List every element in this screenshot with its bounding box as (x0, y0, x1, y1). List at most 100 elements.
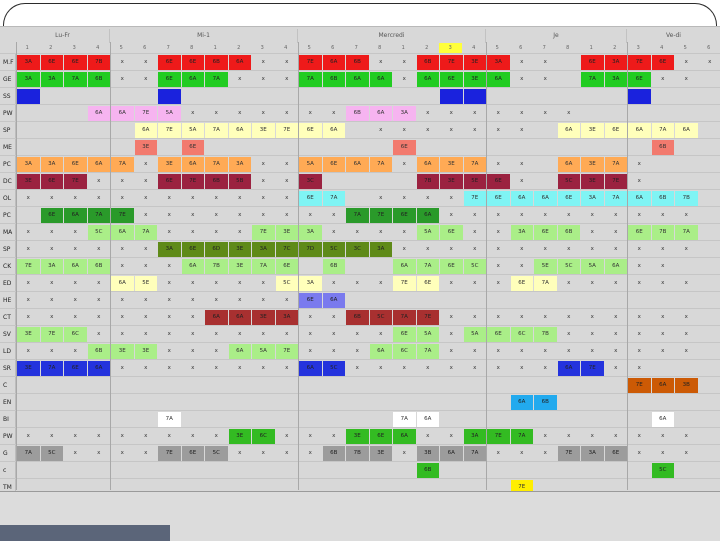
schedule-block[interactable]: 6A (370, 106, 393, 121)
schedule-block[interactable]: 6A (511, 191, 534, 206)
schedule-block[interactable]: 7E (41, 327, 64, 342)
empty-slot-mark[interactable]: x (64, 310, 87, 325)
schedule-block[interactable]: 3A (41, 259, 64, 274)
empty-slot-mark[interactable]: x (64, 344, 87, 359)
schedule-block[interactable]: 7E (393, 276, 416, 291)
empty-slot-mark[interactable]: x (41, 429, 64, 444)
empty-slot-mark[interactable]: x (88, 174, 111, 189)
empty-slot-mark[interactable]: x (88, 276, 111, 291)
empty-slot-mark[interactable]: x (182, 225, 205, 240)
empty-slot-mark[interactable]: x (628, 276, 651, 291)
row-label[interactable]: SP (0, 122, 16, 139)
empty-slot-mark[interactable]: x (628, 310, 651, 325)
schedule-block[interactable]: 6A (182, 157, 205, 172)
empty-slot-mark[interactable]: x (252, 327, 275, 342)
schedule-block[interactable]: 6E (652, 55, 675, 70)
empty-slot-mark[interactable]: x (135, 191, 158, 206)
empty-slot-mark[interactable]: x (229, 106, 252, 121)
empty-slot-mark[interactable]: x (487, 157, 510, 172)
row-label[interactable]: DC (0, 173, 16, 190)
empty-slot-mark[interactable]: x (64, 293, 87, 308)
schedule-block[interactable]: 6E (534, 225, 557, 240)
empty-slot-mark[interactable]: x (346, 361, 369, 376)
schedule-block[interactable]: 6A (323, 123, 346, 138)
empty-slot-mark[interactable]: x (252, 361, 275, 376)
empty-slot-mark[interactable]: x (417, 106, 440, 121)
empty-slot-mark[interactable]: x (440, 361, 463, 376)
empty-slot-mark[interactable]: x (135, 327, 158, 342)
schedule-block[interactable]: 6E (487, 327, 510, 342)
row-label[interactable]: SS (0, 88, 16, 105)
schedule-block[interactable]: 7E (135, 106, 158, 121)
schedule-block[interactable]: 6A (111, 225, 134, 240)
schedule-block[interactable]: 7A (581, 72, 604, 87)
empty-slot-mark[interactable]: x (158, 344, 181, 359)
row-label[interactable]: ED (0, 275, 16, 292)
empty-slot-mark[interactable]: x (393, 225, 416, 240)
empty-slot-mark[interactable]: x (370, 327, 393, 342)
schedule-block[interactable]: 5A (158, 106, 181, 121)
empty-slot-mark[interactable]: x (370, 225, 393, 240)
schedule-block[interactable]: 6A (417, 72, 440, 87)
empty-slot-mark[interactable]: x (252, 174, 275, 189)
schedule-block[interactable]: 6E (487, 191, 510, 206)
empty-slot-mark[interactable]: x (581, 242, 604, 257)
schedule-block[interactable]: 6B (205, 174, 228, 189)
schedule-block[interactable]: 6B (323, 446, 346, 461)
empty-slot-mark[interactable]: x (276, 72, 299, 87)
schedule-block[interactable]: 6A (205, 310, 228, 325)
empty-slot-mark[interactable]: x (393, 446, 416, 461)
empty-slot-mark[interactable]: x (370, 123, 393, 138)
schedule-block[interactable]: 6E (182, 140, 205, 155)
empty-slot-mark[interactable]: x (511, 157, 534, 172)
empty-slot-mark[interactable]: x (182, 429, 205, 444)
empty-slot-mark[interactable]: x (581, 310, 604, 325)
empty-slot-mark[interactable]: x (229, 293, 252, 308)
empty-slot-mark[interactable]: x (511, 72, 534, 87)
schedule-block[interactable]: 7E (182, 174, 205, 189)
schedule-block[interactable]: 6E (64, 361, 87, 376)
schedule-block[interactable]: 5C (323, 242, 346, 257)
schedule-block[interactable]: 3E (581, 157, 604, 172)
empty-slot-mark[interactable]: x (393, 123, 416, 138)
row-label[interactable]: OL (0, 190, 16, 207)
empty-slot-mark[interactable]: x (370, 55, 393, 70)
schedule-block[interactable]: 6A (182, 72, 205, 87)
empty-slot-mark[interactable]: x (440, 242, 463, 257)
schedule-block[interactable]: 7A (511, 429, 534, 444)
empty-slot-mark[interactable]: x (675, 310, 698, 325)
empty-slot-mark[interactable]: x (158, 259, 181, 274)
empty-slot-mark[interactable]: x (135, 55, 158, 70)
row-label[interactable]: BI (0, 411, 16, 428)
empty-slot-mark[interactable]: x (370, 361, 393, 376)
empty-slot-mark[interactable]: x (41, 225, 64, 240)
schedule-block[interactable]: 3E (135, 140, 158, 155)
schedule-block[interactable]: 7A (464, 446, 487, 461)
schedule-block[interactable]: 6E (440, 225, 463, 240)
empty-slot-mark[interactable]: x (393, 361, 416, 376)
schedule-block[interactable]: 5E (464, 174, 487, 189)
schedule-block[interactable]: 6E (440, 72, 463, 87)
empty-slot-mark[interactable]: x (464, 310, 487, 325)
empty-slot-mark[interactable]: x (605, 208, 628, 223)
empty-slot-mark[interactable]: x (558, 429, 581, 444)
empty-slot-mark[interactable]: x (205, 429, 228, 444)
schedule-block[interactable]: 3A (252, 242, 275, 257)
empty-slot-mark[interactable]: x (229, 446, 252, 461)
empty-slot-mark[interactable]: x (440, 429, 463, 444)
schedule-block[interactable]: 3A (511, 225, 534, 240)
empty-slot-mark[interactable]: x (464, 361, 487, 376)
empty-slot-mark[interactable]: x (628, 157, 651, 172)
schedule-block[interactable]: 7E (158, 123, 181, 138)
schedule-block[interactable]: 6B (346, 55, 369, 70)
empty-slot-mark[interactable]: x (652, 310, 675, 325)
empty-slot-mark[interactable]: x (534, 429, 557, 444)
schedule-block[interactable]: 6A (417, 208, 440, 223)
row-label[interactable]: CK (0, 258, 16, 275)
empty-slot-mark[interactable]: x (511, 208, 534, 223)
empty-slot-mark[interactable]: x (487, 344, 510, 359)
empty-slot-mark[interactable]: x (652, 242, 675, 257)
empty-slot-mark[interactable]: x (158, 293, 181, 308)
schedule-block[interactable]: 7A (675, 225, 698, 240)
empty-slot-mark[interactable]: x (229, 191, 252, 206)
